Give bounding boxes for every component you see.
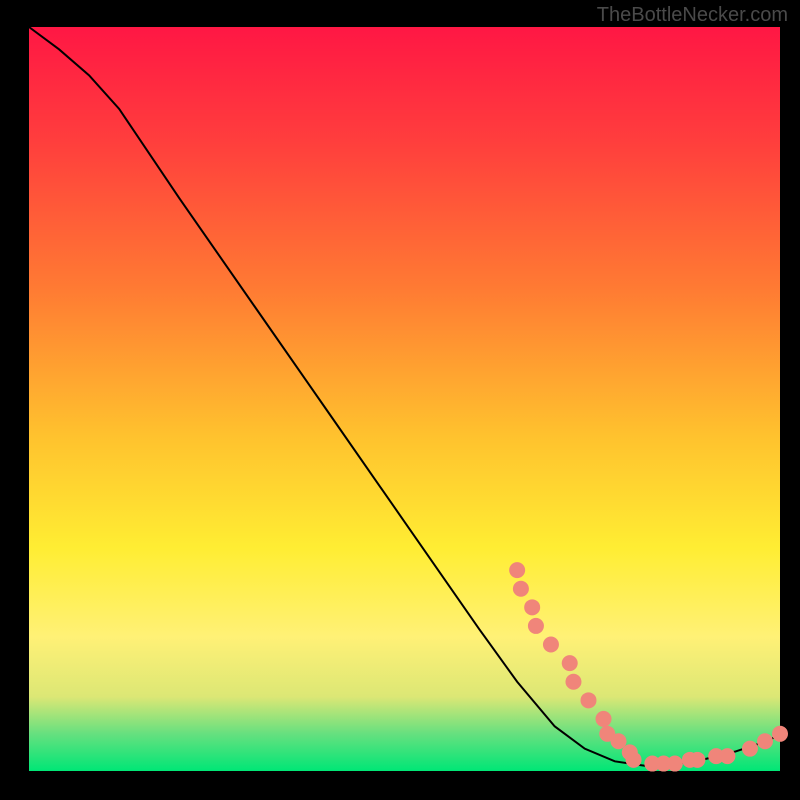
data-marker — [528, 618, 544, 634]
data-marker — [667, 756, 683, 772]
data-marker — [580, 692, 596, 708]
watermark-text: TheBottleNecker.com — [597, 4, 788, 27]
data-marker — [757, 733, 773, 749]
data-marker — [596, 711, 612, 727]
data-marker — [772, 726, 788, 742]
data-marker — [513, 581, 529, 597]
data-marker — [689, 752, 705, 768]
data-marker — [719, 748, 735, 764]
data-marker — [742, 741, 758, 757]
data-marker — [509, 562, 525, 578]
data-marker — [565, 674, 581, 690]
chart-canvas — [0, 0, 800, 800]
data-marker — [562, 655, 578, 671]
data-marker — [543, 637, 559, 653]
data-marker — [524, 599, 540, 615]
plot-background — [29, 27, 780, 771]
data-marker — [626, 752, 642, 768]
